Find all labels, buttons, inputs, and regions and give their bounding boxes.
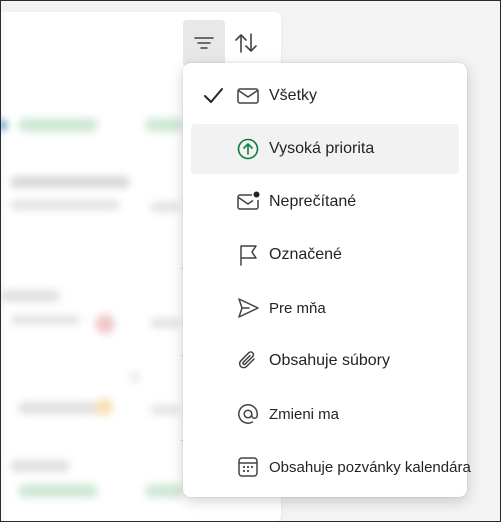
menu-item-label: Neprečítané <box>269 193 357 210</box>
mail-unread-icon <box>237 191 260 210</box>
menu-item-to-me[interactable]: Pre mňa <box>191 283 459 333</box>
menu-item-has-files[interactable]: Obsahuje súbory <box>191 336 459 386</box>
menu-item-calendar-invites[interactable]: Obsahuje pozvánky kalendára <box>191 442 471 492</box>
menu-item-label: Obsahuje súbory <box>269 352 390 369</box>
sort-arrows-icon <box>235 33 257 53</box>
menu-item-label: Označené <box>269 246 342 263</box>
mention-icon <box>238 404 258 424</box>
menu-item-label: Zmieni ma <box>269 405 340 423</box>
menu-item-unread[interactable]: Neprečítané <box>191 177 459 227</box>
menu-item-label: Pre mňa <box>269 299 326 317</box>
checkmark-icon <box>204 88 223 103</box>
calendar-icon <box>238 457 258 477</box>
filter-button[interactable] <box>183 20 225 66</box>
filter-lines-icon <box>194 37 214 49</box>
menu-item-label: Obsahuje pozvánky kalendára <box>269 458 471 476</box>
attach-icon <box>238 351 255 369</box>
menu-item-flagged[interactable]: Označené <box>191 230 459 280</box>
send-icon <box>238 298 259 318</box>
menu-item-label: Vysoká priorita <box>269 140 375 157</box>
mail-icon <box>237 88 259 104</box>
menu-item-all[interactable]: Všetky <box>191 71 459 121</box>
flag-icon <box>240 245 257 266</box>
arrow-up-circle-icon <box>237 138 259 160</box>
menu-item-high-priority[interactable]: Vysoká priorita <box>191 124 459 174</box>
menu-item-mentions-me[interactable]: Zmieni ma <box>191 389 459 439</box>
sort-button[interactable] <box>225 20 267 66</box>
menu-item-label: Všetky <box>269 87 318 104</box>
filter-menu: Všetky Vysoká priorita Neprečítané Označ… <box>183 63 471 497</box>
